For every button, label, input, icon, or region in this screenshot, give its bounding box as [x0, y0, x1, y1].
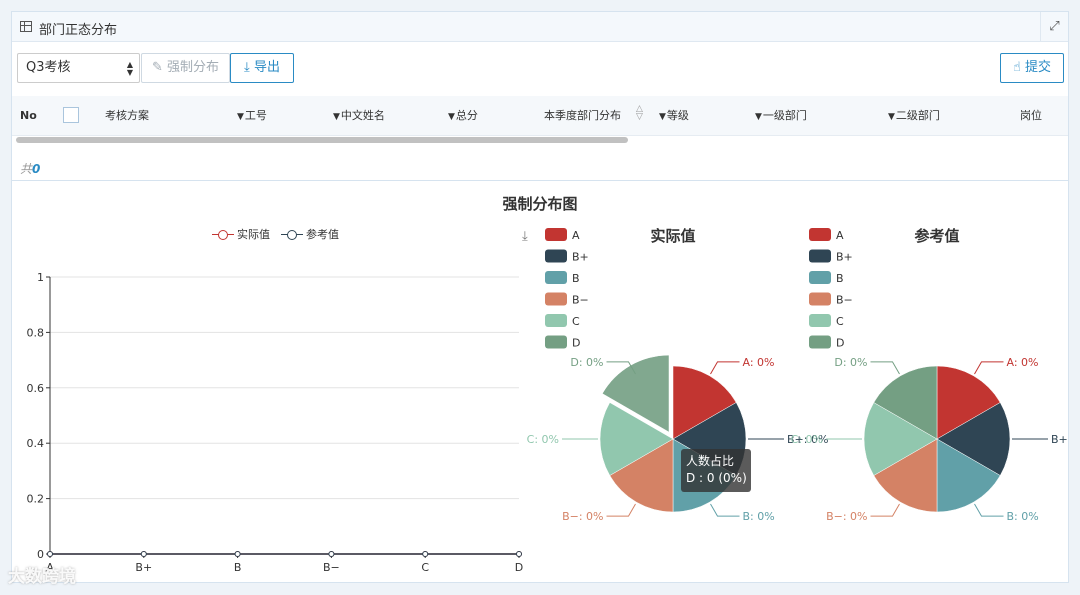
y-tick-label: 1 [37, 271, 44, 284]
pie-label: C: 0% [791, 433, 823, 446]
pie-legend-label: B+ [572, 251, 589, 264]
series-point-1 [516, 551, 522, 557]
series-point-1 [47, 551, 53, 557]
pie-legend-swatch [809, 228, 831, 241]
pie-legend-swatch [545, 335, 567, 349]
pie-tooltip: 人数占比 D : 0 (0%) [681, 449, 751, 492]
series-point-1 [328, 551, 335, 557]
pie-title: 参考值 [914, 227, 959, 245]
pie-label-line [974, 503, 1004, 517]
y-tick-label: 0 [37, 548, 44, 561]
pie-label: D: 0% [570, 356, 603, 369]
pie-legend-label: A [572, 229, 580, 242]
pie-label: C: 0% [527, 433, 559, 446]
x-tick-label: B [234, 561, 242, 574]
y-tick-label: 0.6 [27, 382, 45, 395]
pie-label: B−: 0% [826, 510, 867, 523]
pie-legend-swatch [809, 271, 831, 284]
pie-legend-swatch [545, 271, 567, 284]
pie-legend-label: C [572, 315, 580, 328]
y-tick-label: 0.8 [27, 326, 45, 339]
pie-legend-label: B [572, 272, 580, 285]
x-tick-label: C [421, 561, 429, 574]
series-point-1 [422, 551, 429, 557]
pie-legend-swatch [545, 314, 567, 327]
pie-label: B: 0% [743, 510, 775, 523]
pie-label: D: 0% [834, 356, 867, 369]
pie-legend-swatch [809, 335, 831, 349]
x-tick-label: B− [323, 561, 340, 574]
pie-legend-label: B− [572, 294, 589, 307]
tooltip-text: D : 0 (0%) [686, 471, 747, 485]
pie-legend-swatch [809, 292, 831, 306]
charts-canvas: 00.20.40.60.81A B+ B B− C D实际值AB+BB−CDA: 0%B+… [27, 227, 1069, 574]
pie-label-line [870, 503, 900, 517]
pie-legend-swatch [809, 249, 831, 263]
pie-legend-label: C [836, 315, 844, 328]
x-tick-label: B+ [135, 561, 152, 574]
pie-legend-label: B− [836, 294, 853, 307]
y-tick-label: 0.2 [27, 493, 45, 506]
pie-legend-label: B [836, 272, 844, 285]
x-tick-label: D [515, 561, 523, 574]
pie-legend-swatch [545, 292, 567, 306]
pie-label: A: 0% [743, 356, 775, 369]
pie-label-line [606, 503, 636, 517]
tooltip-title: 人数占比 [686, 454, 735, 468]
pie-legend-label: D [572, 337, 580, 350]
pie-label: B+: 0% [1051, 433, 1068, 446]
pie-label-line [710, 503, 740, 517]
pie-title: 实际值 [650, 227, 695, 245]
pie-legend-label: D [836, 337, 844, 350]
pie-label-line [870, 361, 900, 375]
pie-legend-label: A [836, 229, 844, 242]
pie-label: B−: 0% [562, 510, 603, 523]
series-point-1 [234, 551, 241, 557]
y-tick-label: 0.4 [27, 437, 45, 450]
department-distribution-panel: 部门正态分布 ⤢ Q3考核 ▲ ▼ ✎ 强制分布 ⤓ 导出 ☝ 提交 No 考核方… [11, 11, 1069, 583]
pie-legend-swatch [545, 249, 567, 263]
watermark-logo: 大数跨境 [8, 567, 76, 587]
pie-legend-swatch [545, 228, 567, 241]
pie-legend-label: B+ [836, 251, 853, 264]
pie-label-line [710, 361, 740, 375]
pie-label: A: 0% [1007, 356, 1039, 369]
pie-label: B: 0% [1007, 510, 1039, 523]
series-point-1 [140, 551, 147, 557]
pie-label-line [974, 361, 1004, 375]
pie-legend-swatch [809, 314, 831, 327]
